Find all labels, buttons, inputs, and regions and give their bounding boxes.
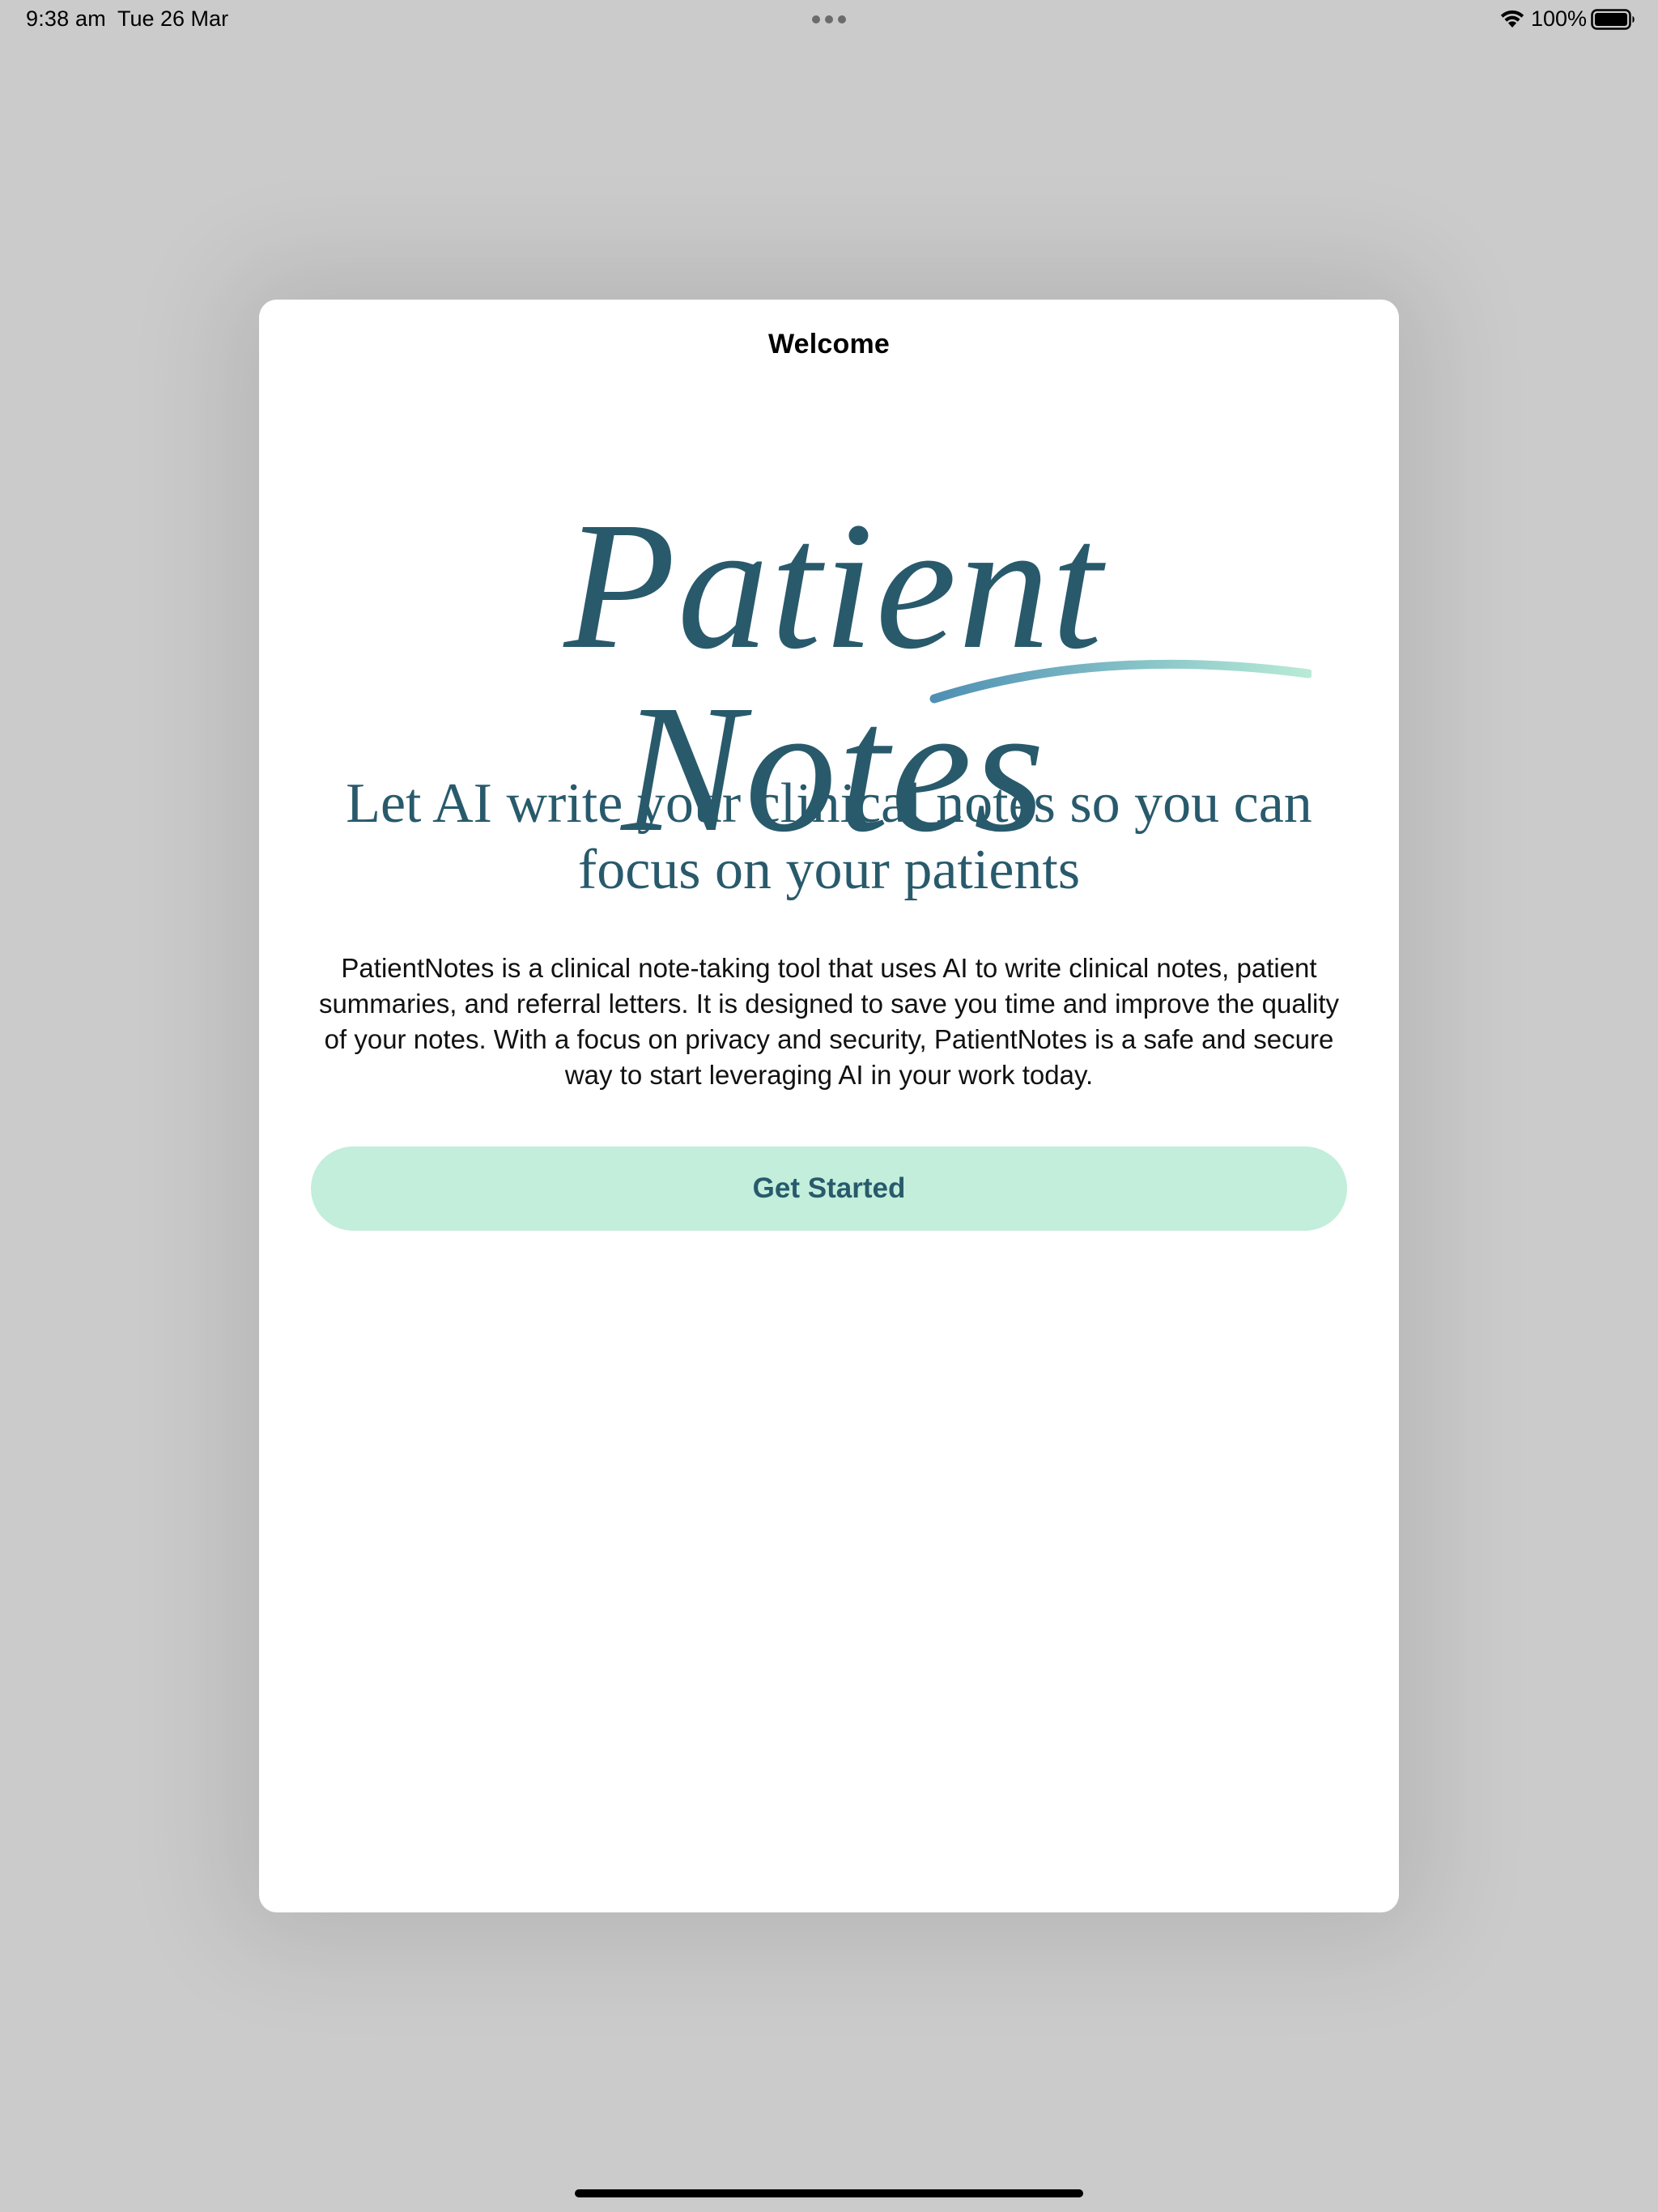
- status-bar: 9:38 am Tue 26 Mar 100%: [0, 0, 1658, 39]
- battery-icon: [1591, 9, 1635, 30]
- battery-percentage: 100%: [1531, 6, 1588, 31]
- logo-swoosh-icon: [929, 659, 1312, 704]
- description-text: PatientNotes is a clinical note-taking t…: [318, 953, 1340, 1090]
- status-date: Tue 26 Mar: [117, 6, 229, 31]
- status-time: 9:38 am: [26, 6, 106, 31]
- home-indicator[interactable]: [575, 2189, 1083, 2197]
- patient-notes-logo: Patient Notes: [356, 494, 1312, 860]
- sheet-title: Welcome: [767, 329, 891, 359]
- welcome-sheet: Welcome Patient Notes Let AI write your …: [259, 300, 1399, 1912]
- wifi-icon: [1500, 10, 1524, 28]
- multitasking-dots-icon[interactable]: [812, 15, 846, 23]
- headline: Let AI write your clinical notes so you …: [346, 772, 1312, 901]
- get-started-button[interactable]: Get Started: [311, 1146, 1347, 1231]
